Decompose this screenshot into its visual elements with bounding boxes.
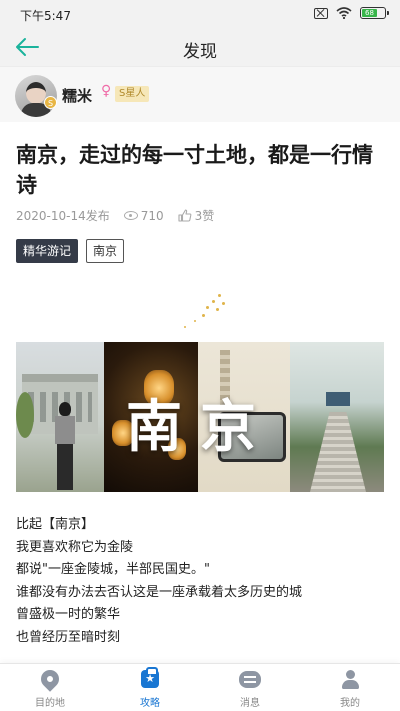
paragraph: 也曾经历至暗时刻 (16, 629, 121, 645)
level-badge: S星人 (115, 86, 150, 102)
status-bar: 下午5:47 68 (0, 0, 400, 28)
tab-label: 目的地 (35, 698, 65, 709)
status-time: 下午5:47 (20, 9, 71, 23)
firework-decoration (180, 290, 230, 330)
battery-level: 68 (362, 9, 377, 17)
wifi-icon (336, 7, 352, 19)
mausoleum-photo (290, 342, 384, 492)
eye-icon (123, 211, 138, 220)
tab-label: 我的 (340, 698, 360, 709)
paragraph: 我更喜欢称它为金陵 (16, 539, 134, 555)
author-name[interactable]: 糯米 (62, 85, 92, 106)
article-body: 比起【南京】 我更喜欢称它为金陵 都说"一座金陵城，半部民国史。" 谁都没有办法… (16, 514, 384, 649)
like-count-value: 3赞 (194, 209, 215, 223)
profile-icon (339, 670, 361, 690)
tab-label: 消息 (240, 698, 260, 709)
avatar-face (26, 82, 46, 104)
thumbs-up-icon (178, 209, 192, 222)
article-title: 南京，走过的每一寸土地，都是一行情诗 (16, 143, 373, 197)
nav-bar: 发现 (0, 28, 400, 66)
bottom-tab-bar: 目的地 ★ 攻略 消息 我的 (0, 663, 400, 711)
paragraph: 比起【南京】 (16, 517, 95, 532)
banner-title: 南京 (126, 394, 274, 460)
article-cover-image[interactable]: 南京 (16, 342, 384, 492)
like-count[interactable]: 3赞 (178, 207, 215, 224)
view-count: 710 (123, 208, 164, 223)
paragraph: 曾盛极一时的繁华 (16, 607, 121, 622)
tag-list: 精华游记 南京 (16, 239, 125, 263)
paragraph: 都说"一座金陵城，半部民国史。" (16, 562, 210, 577)
paragraph: 谁都没有办法去否认这是一座承载着太多历史的城 (16, 584, 303, 600)
female-icon: ♀ (101, 83, 112, 99)
publish-date: 2020-10-14发布 (16, 209, 110, 223)
message-icon (239, 670, 261, 690)
tag-city[interactable]: 南京 (86, 239, 125, 263)
sim-blocked-icon (314, 7, 328, 19)
tab-profile[interactable]: 我的 (300, 664, 400, 711)
guide-book-icon: ★ (139, 667, 161, 690)
author-bar: 糯米 ♀ S星人 (0, 66, 400, 122)
location-pin-icon (37, 666, 63, 692)
tab-label: 攻略 (140, 698, 160, 709)
tab-messages[interactable]: 消息 (200, 664, 300, 711)
battery-icon: 68 (360, 7, 389, 19)
avatar-level-badge: S (44, 96, 57, 109)
tag-featured[interactable]: 精华游记 (16, 239, 79, 263)
status-icons: 68 (314, 7, 389, 19)
page-title: 发现 (183, 42, 217, 62)
tab-destination[interactable]: 目的地 (0, 664, 100, 711)
campus-photo (16, 342, 104, 492)
tab-guide[interactable]: ★ 攻略 (100, 664, 200, 711)
article-meta: 2020-10-14发布 710 3赞 (16, 207, 228, 224)
view-count-value: 710 (140, 208, 164, 223)
